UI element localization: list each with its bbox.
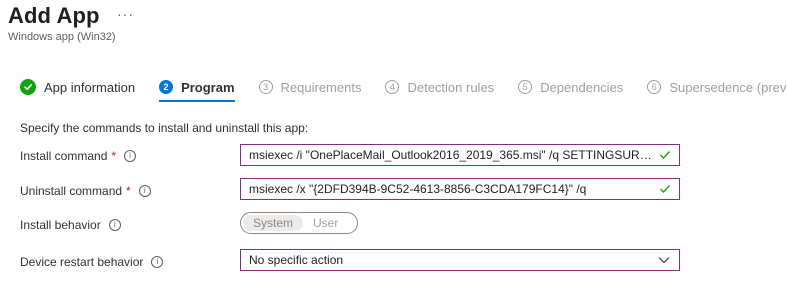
step-label: Dependencies <box>540 79 624 95</box>
step-number-badge: 4 <box>385 80 400 94</box>
uninstall-command-label: Uninstall command <box>20 184 123 198</box>
step-number-badge: 6 <box>647 80 662 94</box>
uninstall-command-value: msiexec /x "{2DFD394B-9C52-4613-8856-C3C… <box>249 182 587 196</box>
install-behavior-system-option[interactable]: System <box>243 215 304 231</box>
step-label: Program <box>181 79 235 95</box>
chevron-down-icon <box>657 253 671 267</box>
page-title: Add App <box>8 3 100 28</box>
step-dependencies[interactable]: 5 Dependencies <box>518 76 623 98</box>
step-detection-rules[interactable]: 4 Detection rules <box>385 76 494 98</box>
form-description: Specify the commands to install and unin… <box>20 121 309 135</box>
install-behavior-label: Install behavior <box>20 218 101 232</box>
uninstall-command-label-row: Uninstall command * i <box>20 184 151 198</box>
step-number-badge: 2 <box>159 80 174 94</box>
step-app-information[interactable]: App information <box>20 76 135 98</box>
step-number-badge: 3 <box>258 80 273 94</box>
step-label: App information <box>44 79 136 95</box>
info-icon[interactable]: i <box>124 150 137 162</box>
uninstall-command-input[interactable]: msiexec /x "{2DFD394B-9C52-4613-8856-C3C… <box>240 178 680 200</box>
install-behavior-user-option[interactable]: User <box>303 215 348 231</box>
wizard-steps: App information 2 Program 3 Requirements… <box>20 76 787 102</box>
page-subtitle: Windows app (Win32) <box>8 31 116 43</box>
checkmark-icon <box>659 147 671 163</box>
step-label: Requirements <box>280 79 362 95</box>
required-marker: * <box>111 149 117 163</box>
step-label: Supersedence (preview) <box>669 79 787 95</box>
checkmark-icon <box>20 79 36 95</box>
install-command-value: msiexec /i "OnePlaceMail_Outlook2016_201… <box>249 148 653 162</box>
step-label: Detection rules <box>407 79 495 95</box>
required-marker: * <box>126 184 131 198</box>
step-number-badge: 5 <box>518 80 533 94</box>
info-icon[interactable]: i <box>108 219 121 231</box>
restart-behavior-label: Device restart behavior <box>20 255 144 269</box>
install-command-label: Install command <box>20 149 108 163</box>
more-actions-button[interactable]: ··· <box>117 6 134 22</box>
info-icon[interactable]: i <box>138 185 151 197</box>
restart-behavior-dropdown[interactable]: No specific action <box>240 249 680 271</box>
step-program[interactable]: 2 Program <box>159 76 236 102</box>
info-icon[interactable]: i <box>151 256 164 268</box>
restart-behavior-value: No specific action <box>249 253 344 267</box>
checkmark-icon <box>659 181 671 197</box>
install-behavior-toggle[interactable]: System User <box>240 212 358 234</box>
install-command-label-row: Install command * i <box>20 149 137 163</box>
install-behavior-label-row: Install behavior i <box>20 218 121 232</box>
install-command-input[interactable]: msiexec /i "OnePlaceMail_Outlook2016_201… <box>240 144 680 166</box>
step-supersedence[interactable]: 6 Supersedence (preview) <box>647 76 787 98</box>
restart-behavior-label-row: Device restart behavior i <box>20 255 164 269</box>
step-requirements[interactable]: 3 Requirements <box>258 76 362 98</box>
